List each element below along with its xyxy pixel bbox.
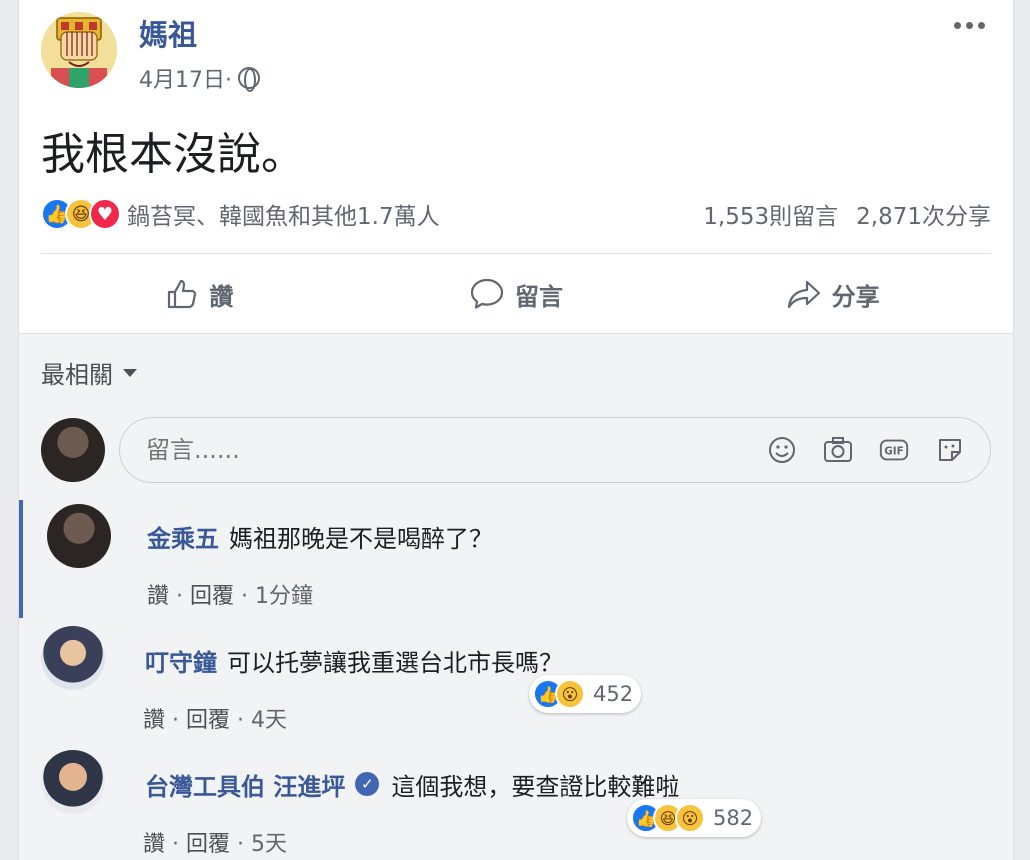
gif-label: GIF	[884, 446, 903, 458]
post-card: 媽祖 4月17日· 我根本沒說。 👍 😆 ♥ 鍋苔冥、韓國魚和其他1.7萬人 1…	[18, 0, 1014, 860]
comment-avatar[interactable]	[47, 504, 111, 568]
reaction-names[interactable]: 鍋苔冥、韓國魚和其他1.7萬人	[127, 197, 440, 231]
comment-reply-link[interactable]: 回覆	[190, 584, 234, 609]
comment-meta: 讚 · 回覆 · 1分鐘	[147, 584, 313, 609]
comment-reply-link[interactable]: 回覆	[186, 832, 230, 857]
comment-time[interactable]: 5天	[251, 832, 287, 857]
reaction-count: 582	[713, 806, 754, 830]
more-options-icon[interactable]	[954, 22, 985, 29]
comment-reactions[interactable]: 👍 😆 😮 582	[627, 799, 762, 837]
share-button[interactable]: 分享	[674, 268, 991, 320]
comment-reply-link[interactable]: 回覆	[186, 708, 230, 733]
mazu-avatar-icon	[41, 12, 117, 88]
share-button-label: 分享	[831, 282, 880, 311]
like-button-label: 讚	[209, 282, 234, 311]
reaction-count: 452	[593, 682, 634, 706]
comment-time[interactable]: 1分鐘	[255, 584, 313, 609]
comment-button-label: 留言	[515, 282, 563, 311]
sort-dropdown[interactable]: 最相關	[41, 355, 137, 390]
gif-icon[interactable]: GIF	[878, 434, 910, 466]
comment-text: 媽祖那晚是不是喝醉了？	[229, 524, 493, 553]
comment-text: 可以托夢讓我重選台北市長嗎？	[227, 648, 563, 677]
comment-avatar[interactable]	[41, 750, 105, 814]
comment-reactions[interactable]: 👍 😮 452	[529, 675, 642, 713]
comment-meta: 讚 · 回覆 · 4天	[143, 708, 287, 733]
reactions-summary: 👍 😆 ♥ 鍋苔冥、韓國魚和其他1.7萬人 1,553則留言 2,871次分享	[41, 195, 991, 233]
comment-time[interactable]: 4天	[251, 708, 287, 733]
comment-author[interactable]: 台灣工具伯 汪進坪	[145, 767, 345, 802]
caret-down-icon	[123, 368, 137, 377]
wow-reaction-icon: 😮	[675, 803, 705, 833]
share-count[interactable]: 2,871次分享	[856, 197, 991, 231]
comment-like-link[interactable]: 讚	[143, 832, 165, 857]
sticker-icon[interactable]	[934, 434, 966, 466]
verified-badge-icon: ✓	[355, 772, 380, 796]
comment-meta: 讚 · 回覆 · 5天	[143, 832, 287, 857]
like-button[interactable]: 讚	[41, 268, 358, 320]
emoji-icon[interactable]	[766, 434, 798, 466]
post-meta: 4月17日·	[139, 62, 260, 94]
share-arrow-icon	[787, 280, 820, 309]
comment-input-icons: GIF	[766, 434, 966, 466]
wow-reaction-icon: 😮	[555, 679, 585, 709]
comment-author[interactable]: 叮守鐘	[145, 643, 217, 678]
comment-text: 這個我想，要查證比較難啦	[391, 772, 680, 801]
comment-input[interactable]	[146, 436, 746, 464]
sort-label: 最相關	[41, 361, 113, 389]
comment-button[interactable]: 留言	[358, 268, 675, 320]
page-name[interactable]: 媽祖	[139, 12, 197, 54]
comment-input-box[interactable]: GIF	[119, 417, 991, 483]
globe-icon[interactable]	[238, 67, 260, 92]
current-user-avatar[interactable]	[41, 418, 105, 482]
love-reaction-icon: ♥	[89, 198, 121, 230]
camera-icon[interactable]	[822, 434, 854, 466]
page-avatar[interactable]	[41, 12, 117, 88]
comment-highlight-bar	[19, 500, 23, 618]
post-counts: 1,553則留言 2,871次分享	[703, 197, 991, 231]
speech-bubble-icon	[470, 278, 504, 309]
thumbs-up-icon	[168, 279, 197, 309]
comment-count[interactable]: 1,553則留言	[703, 197, 838, 231]
comment-author[interactable]: 金乘五	[147, 519, 219, 554]
comment-like-link[interactable]: 讚	[147, 584, 169, 609]
action-bar: 讚 留言 分享	[41, 268, 991, 320]
comment-like-link[interactable]: 讚	[143, 708, 165, 733]
reaction-icons[interactable]: 👍 😆 ♥	[41, 198, 121, 230]
post-text: 我根本沒說。	[41, 129, 305, 180]
comment-avatar[interactable]	[41, 626, 105, 690]
divider	[41, 253, 991, 254]
post-date[interactable]: 4月17日·	[139, 62, 232, 94]
comment-bubble: 金乘五 媽祖那晚是不是喝醉了？	[121, 504, 571, 568]
